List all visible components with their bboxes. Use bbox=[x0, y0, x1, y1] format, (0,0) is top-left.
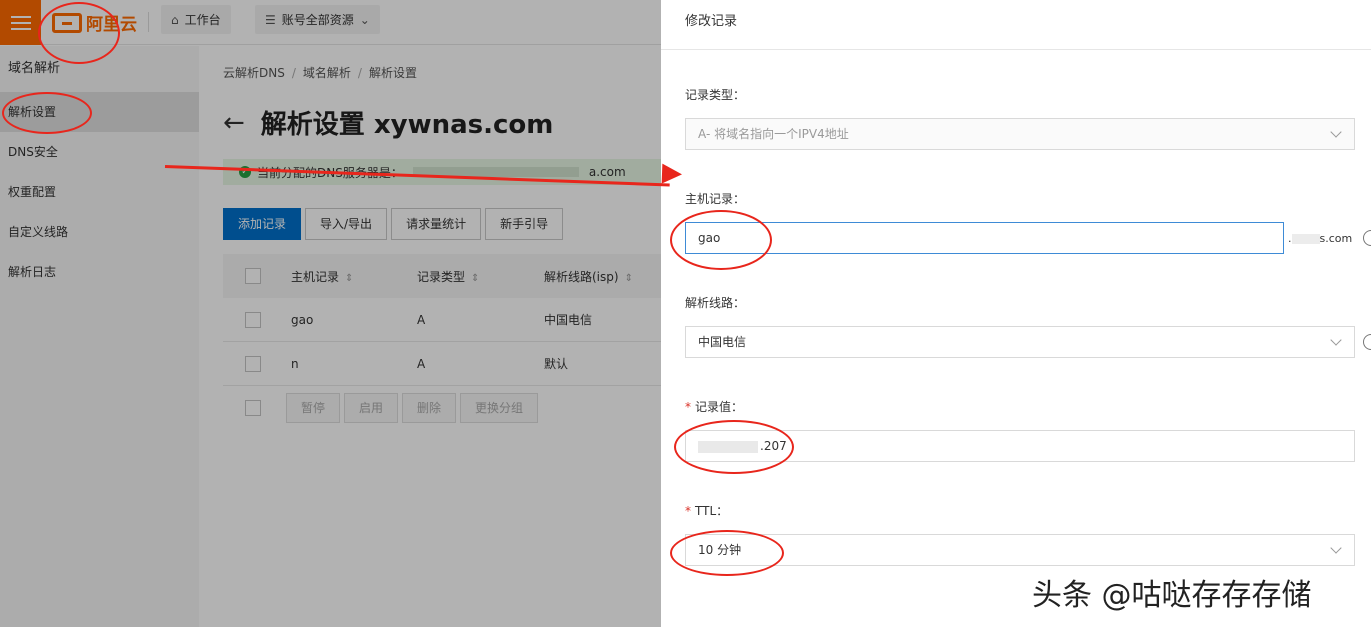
cell-host: gao bbox=[291, 312, 314, 327]
record-type-value: A- 将域名指向一个IPV4地址 bbox=[698, 127, 849, 141]
record-type-label: 记录类型： bbox=[685, 88, 746, 102]
drawer-title: 修改记录 bbox=[661, 0, 1371, 50]
annotation-circle bbox=[2, 92, 92, 134]
line-label: 解析线路： bbox=[685, 296, 746, 310]
annotation-circle bbox=[670, 210, 772, 270]
sidebar-item-weight-config[interactable]: 权重配置 bbox=[0, 172, 199, 212]
request-stats-button[interactable]: 请求量统计 bbox=[391, 208, 482, 240]
annotation-circle bbox=[38, 2, 120, 64]
suffix-text: s.com bbox=[1319, 232, 1353, 245]
info-icon[interactable] bbox=[1363, 230, 1371, 246]
back-arrow-icon[interactable]: ← bbox=[223, 110, 245, 136]
chevron-down-icon bbox=[1330, 334, 1342, 346]
breadcrumb-item: 解析设置 bbox=[368, 66, 417, 80]
cell-host: n bbox=[291, 356, 299, 371]
import-export-button[interactable]: 导入/导出 bbox=[305, 208, 388, 240]
workbench-label: 工作台 bbox=[184, 13, 221, 27]
menu-icon[interactable] bbox=[0, 0, 41, 45]
redacted-domain bbox=[1291, 234, 1320, 244]
arrow-head-icon bbox=[661, 163, 683, 185]
annotation-circle bbox=[670, 530, 784, 576]
delete-button[interactable]: 删除 bbox=[402, 393, 457, 423]
enable-button[interactable]: 启用 bbox=[344, 393, 399, 423]
sidebar-item-resolution-log[interactable]: 解析日志 bbox=[0, 252, 199, 292]
sidebar-item-custom-line[interactable]: 自定义线路 bbox=[0, 212, 199, 252]
home-icon: ⌂ bbox=[171, 12, 179, 27]
cell-type: A bbox=[417, 356, 426, 371]
record-type-select[interactable]: A- 将域名指向一个IPV4地址 bbox=[685, 118, 1355, 150]
header-label: 记录类型 bbox=[417, 269, 466, 284]
required-mark: * bbox=[685, 504, 691, 518]
change-group-button[interactable]: 更换分组 bbox=[460, 393, 539, 423]
watermark: 头条 @咕哒存存存储 bbox=[1032, 578, 1312, 613]
cell-line: 默认 bbox=[544, 357, 569, 371]
breadcrumb-item[interactable]: 域名解析 bbox=[303, 66, 351, 80]
chevron-down-icon: ⌄ bbox=[359, 12, 370, 27]
divider bbox=[148, 12, 149, 32]
page-heading: ← 解析设置 xywnas.com bbox=[223, 104, 553, 141]
chevron-down-icon bbox=[1330, 542, 1342, 554]
row-checkbox[interactable] bbox=[245, 355, 261, 372]
line-value: 中国电信 bbox=[698, 335, 747, 349]
host-label: 主机记录： bbox=[685, 192, 746, 206]
sort-icon: ⇕ bbox=[471, 272, 480, 284]
line-select[interactable]: 中国电信 bbox=[685, 326, 1355, 358]
cell-type: A bbox=[417, 312, 426, 327]
ttl-label: * TTL： bbox=[685, 502, 728, 519]
annotation-circle bbox=[674, 420, 794, 474]
main-content: 云解析DNS/域名解析/解析设置 ← 解析设置 xywnas.com ✓ 当前分… bbox=[199, 46, 661, 627]
notice-suffix: a.com bbox=[588, 165, 626, 179]
action-toolbar: 添加记录 导入/导出 请求量统计 新手引导 bbox=[223, 208, 564, 240]
breadcrumb-item[interactable]: 云解析DNS bbox=[223, 66, 285, 80]
cell-line: 中国电信 bbox=[544, 313, 593, 327]
table-row: gao A 中国电信 bbox=[223, 298, 661, 342]
record-value-label: * 记录值： bbox=[685, 398, 743, 415]
resources-dropdown[interactable]: ☰ 账号全部资源 ⌄ bbox=[255, 5, 380, 34]
chevron-down-icon bbox=[1330, 126, 1342, 138]
sort-icon: ⇕ bbox=[345, 272, 354, 284]
select-all-checkbox[interactable] bbox=[245, 268, 261, 284]
pause-button[interactable]: 暂停 bbox=[286, 393, 341, 423]
breadcrumb: 云解析DNS / 域名解析 / 解析设置 bbox=[223, 64, 417, 81]
guide-button[interactable]: 新手引导 bbox=[485, 208, 564, 240]
add-record-button[interactable]: 添加记录 bbox=[223, 208, 302, 240]
sort-icon: ⇕ bbox=[624, 272, 633, 284]
table-row: n A 默认 bbox=[223, 342, 661, 386]
resources-label: 账号全部资源 bbox=[281, 13, 354, 27]
bulk-select-checkbox[interactable] bbox=[245, 400, 261, 416]
info-icon[interactable] bbox=[1363, 334, 1371, 350]
page-title: 解析设置 xywnas.com bbox=[260, 110, 554, 140]
bulk-actions-bar: 暂停 启用 删除 更换分组 bbox=[223, 386, 661, 430]
domain-suffix: . s.com bbox=[1288, 232, 1352, 245]
column-header-line[interactable]: 解析线路(isp) ⇕ bbox=[544, 268, 633, 285]
breadcrumb-separator: / bbox=[357, 66, 362, 80]
header-label: 解析线路(isp) bbox=[544, 269, 619, 284]
column-header-type[interactable]: 记录类型 ⇕ bbox=[417, 268, 479, 285]
header-label: 主机记录 bbox=[291, 269, 340, 284]
list-icon: ☰ bbox=[265, 12, 276, 27]
edit-record-drawer: 修改记录 记录类型： A- 将域名指向一个IPV4地址 主机记录： gao .s… bbox=[661, 0, 1371, 627]
sidebar: 域名解析 解析设置 DNS安全 权重配置 自定义线路 解析日志 bbox=[0, 46, 199, 627]
column-header-host[interactable]: 主机记录 ⇕ bbox=[291, 268, 353, 285]
table-header: 主机记录 ⇕ 记录类型 ⇕ 解析线路(isp) ⇕ bbox=[223, 254, 661, 298]
breadcrumb-separator: / bbox=[291, 66, 296, 80]
ttl-select[interactable]: 10 分钟 bbox=[685, 534, 1355, 566]
records-table: 主机记录 ⇕ 记录类型 ⇕ 解析线路(isp) ⇕ gao A 中国电信 n A 默认… bbox=[223, 254, 661, 430]
host-input[interactable]: gao bbox=[685, 222, 1284, 254]
required-mark: * bbox=[685, 400, 691, 414]
row-checkbox[interactable] bbox=[245, 311, 261, 328]
workbench-button[interactable]: ⌂ 工作台 bbox=[161, 5, 231, 34]
label-text: 记录值： bbox=[695, 400, 744, 414]
label-text: TTL： bbox=[695, 504, 729, 518]
